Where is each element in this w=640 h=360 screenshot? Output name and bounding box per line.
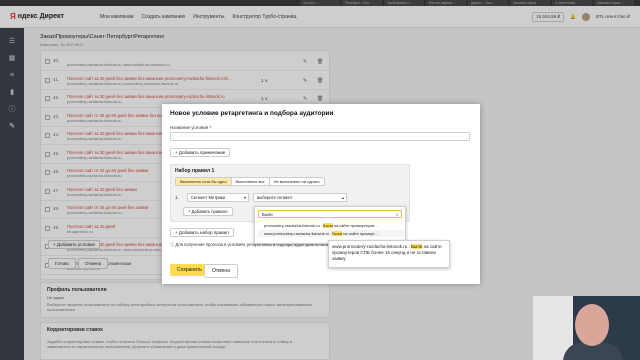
option-tooltip: www.promoutery-razdacha-listovok.ru : Бы… xyxy=(328,240,450,268)
add-ruleset-button[interactable]: + Добавить набор правил xyxy=(170,228,234,237)
cancel-button[interactable]: Отмена xyxy=(204,264,238,278)
rule-type-value: Сегмент Метрики xyxy=(191,195,225,200)
clear-icon[interactable]: ✕ xyxy=(396,211,399,218)
condition-name-label: Название условия * xyxy=(170,125,212,130)
segment-select-value: выберите сегмент xyxy=(257,195,293,200)
mode-all[interactable]: Выполнены все xyxy=(232,178,270,185)
segment-search-input[interactable]: Были ✕ xyxy=(258,210,402,218)
segment-dropdown: Были ✕ promoutery-razdacha-listovok.ru :… xyxy=(254,206,406,244)
dropdown-option[interactable]: promoutery-razdacha-listovok.ru : Были н… xyxy=(258,222,404,229)
add-note-button[interactable]: + Добавить примечание xyxy=(170,148,231,157)
chevron-up-icon: ▴ xyxy=(341,195,344,200)
option-prefix: promoutery-razdacha-listovok.ru : xyxy=(264,223,324,228)
ruleset-mode-switch: Выполнено хотя бы одно Выполнены все Не … xyxy=(175,177,325,186)
search-value: Были xyxy=(262,212,273,217)
info-icon: ⓘ xyxy=(170,242,175,247)
option-highlight: Были xyxy=(323,223,333,228)
chevron-down-icon: ▾ xyxy=(243,195,246,200)
rule-number: 1. xyxy=(175,195,179,200)
webcam-overlay xyxy=(533,296,640,360)
option-suffix: на сайте промоутеров… xyxy=(332,223,378,228)
mode-any[interactable]: Выполнено хотя бы одно xyxy=(176,178,232,185)
option-suffix: на сайте промоут… xyxy=(342,231,379,236)
option-highlight: Были xyxy=(332,231,343,236)
dropdown-option[interactable]: www.promoutery-razdacha-listovok.ru : Бы… xyxy=(258,230,404,237)
webcam-person-head xyxy=(575,304,609,346)
rule-type-select[interactable]: Сегмент Метрики ▾ xyxy=(187,193,249,202)
mode-none[interactable]: Не выполнено ни одного xyxy=(270,178,324,185)
tooltip-prefix: www.promoutery-razdacha-listovok.ru : xyxy=(332,244,412,249)
segment-select[interactable]: выберите сегмент ▴ xyxy=(253,193,347,202)
add-rule-button[interactable]: + Добавить правило xyxy=(183,207,233,216)
modal-title: Новое условие ретаргетинга и подбора ауд… xyxy=(170,110,334,117)
condition-name-input[interactable] xyxy=(170,132,470,141)
ruleset-title: Набор правил 1 xyxy=(175,168,215,174)
tooltip-highlight: Были xyxy=(411,244,423,249)
option-prefix: www.promoutery-razdacha-listovok.ru : xyxy=(264,231,333,236)
